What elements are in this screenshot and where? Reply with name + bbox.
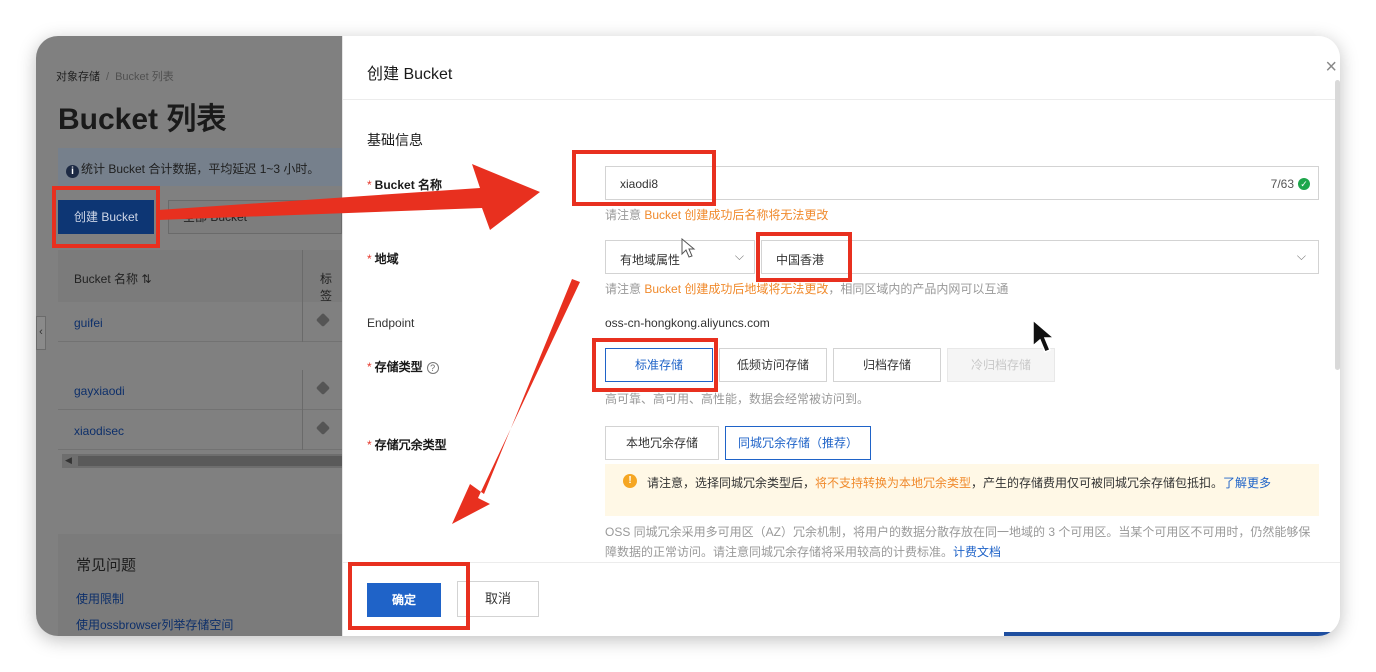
check-circle-icon: ✓ — [1298, 178, 1310, 190]
annotation-box-storage-class — [592, 338, 718, 392]
column-divider — [302, 250, 303, 302]
column-header-name[interactable]: Bucket 名称 ⇅ — [74, 270, 151, 287]
redundancy-description: OSS 同城冗余采用多可用区（AZ）冗余机制，将用户的数据分散存放在同一地域的 … — [605, 525, 1311, 559]
warning-icon: ! — [623, 474, 637, 488]
stats-notice-text: 统计 Bucket 合计数据，平均延迟 1~3 小时。 — [81, 162, 320, 176]
endpoint-value: oss-cn-hongkong.aliyuncs.com — [605, 316, 770, 330]
storage-option-archive[interactable]: 归档存储 — [833, 348, 941, 382]
redundancy-option-zrs[interactable]: 同城冗余存储（推荐） — [725, 426, 871, 460]
tag-icon[interactable] — [315, 420, 331, 436]
breadcrumb-item-bucket-list: Bucket 列表 — [115, 71, 174, 83]
redundancy-label: * 存储冗余类型 — [367, 438, 447, 452]
table-row: gayxiaodi — [58, 370, 342, 410]
faq-title: 常见问题 — [76, 557, 137, 574]
bucket-filter-select[interactable]: 全部 Bucket — [168, 200, 342, 234]
annotation-box-confirm — [348, 562, 470, 630]
pointer-cursor-icon — [681, 238, 696, 258]
stats-notice: i 统计 Bucket 合计数据，平均延迟 1~3 小时。 — [58, 148, 342, 186]
redundancy-warning-text: 请注意，选择同城冗余类型后，将不支持转换为本地冗余类型，产生的存储费用仅可被同城… — [647, 476, 1272, 490]
redundancy-warning: ! 请注意，选择同城冗余类型后，将不支持转换为本地冗余类型，产生的存储费用仅可被… — [605, 464, 1319, 516]
chevron-down-icon[interactable]: ⌵ — [1297, 249, 1306, 264]
tag-icon[interactable] — [315, 312, 331, 328]
tag-icon[interactable] — [315, 380, 331, 396]
sort-icon[interactable]: ⇅ — [141, 272, 151, 286]
scrollbar-thumb[interactable] — [78, 456, 342, 466]
table-horizontal-scrollbar[interactable]: ◀ — [62, 454, 342, 468]
close-icon[interactable]: × — [1325, 56, 1337, 79]
section-basic-info: 基础信息 — [367, 132, 423, 148]
bucket-name-label: * Bucket 名称 — [367, 178, 443, 192]
bucket-list-page: 对象存储 / Bucket 列表 Bucket 列表 i 统计 Bucket 合计数据… — [36, 36, 342, 636]
annotation-box-region — [756, 232, 852, 282]
region-type-value: 有地域属性 — [620, 253, 681, 267]
chevron-down-icon[interactable]: ⌵ — [735, 249, 744, 264]
storage-class-hint: 高可靠、高可用、高性能，数据会经常被访问到。 — [605, 392, 870, 406]
console-window: 对象存储 / Bucket 列表 Bucket 列表 i 统计 Bucket 合计数据… — [36, 36, 1340, 636]
bucket-link-gayxiaodi[interactable]: gayxiaodi — [74, 384, 125, 398]
column-divider — [302, 302, 303, 342]
bottom-accent-bar — [1004, 632, 1340, 636]
bucket-name-hint: 请注意 Bucket 创建成功后名称将无法更改 — [605, 208, 829, 222]
drawer-header: 创建 Bucket × — [343, 36, 1340, 100]
faq-link-limits[interactable]: 使用限制 — [76, 590, 124, 607]
info-icon: i — [66, 165, 79, 178]
help-icon[interactable]: ? — [426, 362, 439, 374]
redundancy-option-lrs[interactable]: 本地冗余存储 — [605, 426, 719, 460]
column-divider — [302, 370, 303, 410]
breadcrumb: 对象存储 / Bucket 列表 — [56, 68, 174, 84]
create-bucket-drawer: 创建 Bucket × 基础信息 * Bucket 名称 xiaodi8 7/63… — [342, 36, 1340, 636]
table-row: xiaodisec — [58, 410, 342, 450]
char-counter: 7/63 — [1270, 177, 1294, 191]
endpoint-label: Endpoint — [367, 316, 415, 330]
faq-panel: 常见问题 使用限制 使用ossbrowser列举存储空间 — [58, 534, 342, 636]
bucket-link-guifei[interactable]: guifei — [74, 316, 103, 330]
drawer-vertical-scrollbar[interactable] — [1335, 80, 1340, 370]
chevron-left-icon[interactable]: ‹ — [36, 316, 46, 350]
learn-more-link[interactable]: 了解更多 — [1223, 476, 1271, 490]
bucket-link-xiaodisec[interactable]: xiaodisec — [74, 424, 124, 438]
annotation-box-bucket-name — [572, 150, 716, 206]
column-header-tags: 标签 — [320, 272, 333, 303]
annotation-box-create-bucket — [52, 186, 160, 248]
mouse-cursor-icon — [1032, 318, 1057, 353]
table-row: guifei — [58, 302, 342, 342]
breadcrumb-item-oss[interactable]: 对象存储 — [56, 71, 100, 83]
region-hint: 请注意 Bucket 创建成功后地域将无法更改，相同区域内的产品内网可以互通 — [605, 282, 1009, 296]
region-label: * 地域 — [367, 252, 399, 266]
required-mark: * — [367, 438, 372, 452]
drawer-title: 创建 Bucket — [367, 66, 453, 83]
billing-doc-link[interactable]: 计费文档 — [953, 545, 1001, 559]
storage-option-ia[interactable]: 低频访问存储 — [719, 348, 827, 382]
required-mark: * — [367, 360, 372, 374]
scroll-left-icon[interactable]: ◀ — [65, 455, 72, 466]
required-mark: * — [367, 178, 372, 192]
required-mark: * — [367, 252, 372, 266]
table-header: Bucket 名称 ⇅ 标签 — [58, 250, 342, 303]
breadcrumb-separator: / — [106, 71, 110, 83]
column-divider — [302, 410, 303, 450]
drawer-footer: 确定 取消 — [343, 562, 1340, 636]
page-title: Bucket 列表 — [58, 103, 227, 136]
faq-link-ossbrowser[interactable]: 使用ossbrowser列举存储空间 — [76, 616, 233, 633]
storage-class-label: * 存储类型? — [367, 358, 439, 375]
